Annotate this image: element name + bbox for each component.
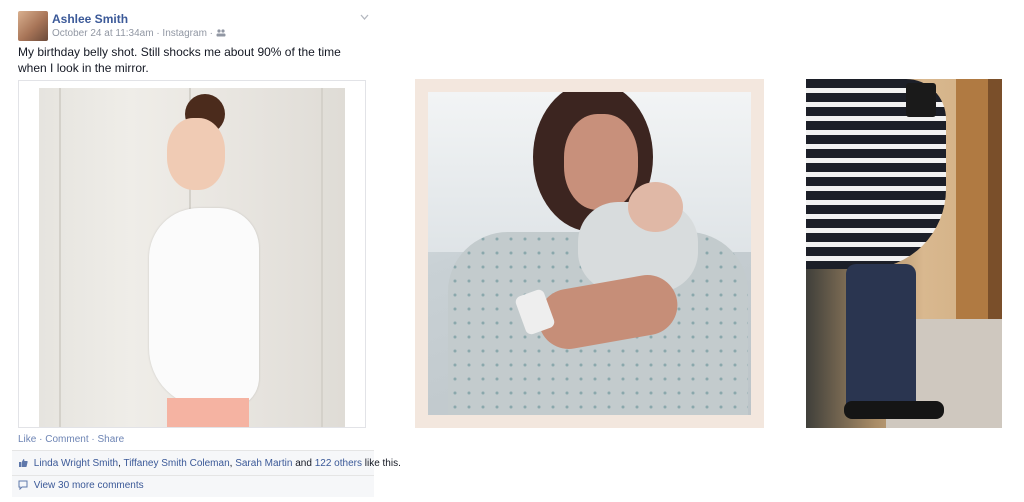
people-icon <box>216 29 226 37</box>
belly-photo <box>39 88 345 427</box>
author-name[interactable]: Ashlee Smith <box>52 12 128 26</box>
comment-link[interactable]: Comment <box>45 434 88 445</box>
likes-box: Linda Wright Smith, Tiffaney Smith Colem… <box>12 450 401 497</box>
post-header: Ashlee Smith October 24 at 11:34am · Ins… <box>18 8 374 41</box>
view-more-comments-link[interactable]: View 30 more comments <box>34 480 144 491</box>
share-link[interactable]: Share <box>98 434 125 445</box>
post-photo[interactable] <box>18 80 366 428</box>
mirror-selfie-photo <box>806 79 1002 428</box>
post-meta: October 24 at 11:34am · Instagram · <box>52 28 226 39</box>
chevron-down-icon[interactable] <box>360 12 369 20</box>
liker-2[interactable]: Tiffaney Smith Coleman <box>123 458 229 469</box>
avatar[interactable] <box>18 11 48 41</box>
likes-summary: Linda Wright Smith, Tiffaney Smith Colem… <box>18 458 401 469</box>
like-link[interactable]: Like <box>18 434 36 445</box>
liker-3[interactable]: Sarah Martin <box>235 458 292 469</box>
facebook-post: Ashlee Smith October 24 at 11:34am · Ins… <box>0 0 401 502</box>
others-link[interactable]: 122 others <box>315 458 362 469</box>
post-timestamp[interactable]: October 24 at 11:34am · Instagram · <box>52 28 213 39</box>
post-text: My birthday belly shot. Still shocks me … <box>18 45 341 75</box>
comments-row: View 30 more comments <box>12 475 374 495</box>
hospital-photo <box>428 92 751 415</box>
comment-icon <box>18 480 28 491</box>
thumbs-up-icon <box>19 459 28 468</box>
hospital-photo-frame <box>415 79 764 428</box>
liker-1[interactable]: Linda Wright Smith <box>34 458 118 469</box>
post-actions: Like · Comment · Share <box>18 434 125 445</box>
